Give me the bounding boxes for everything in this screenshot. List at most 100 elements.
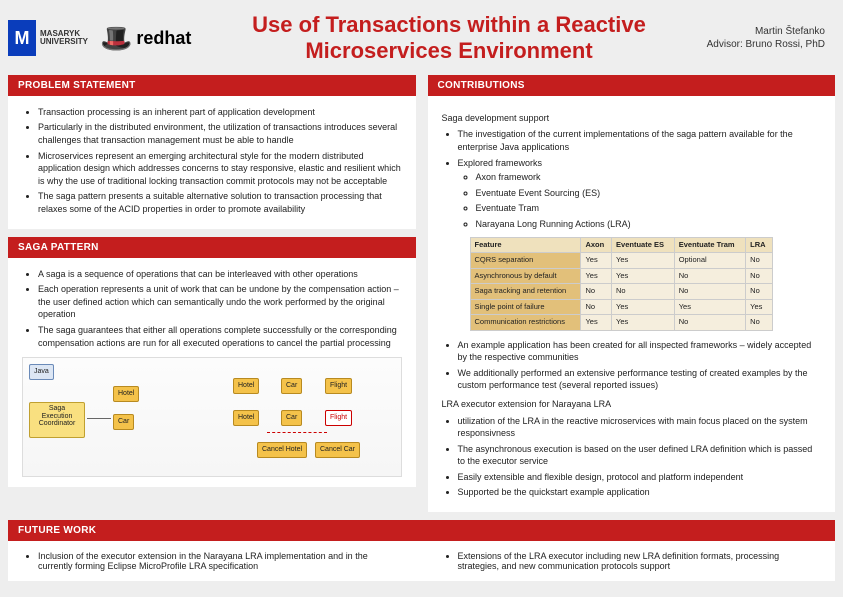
td: Optional [674, 253, 745, 269]
diagram-arrow-dash [267, 432, 327, 433]
advisor-name: Advisor: Bruno Rossi, PhD [707, 38, 825, 51]
future-body: Inclusion of the executor extension in t… [8, 541, 835, 581]
bullet: An example application has been created … [458, 339, 822, 364]
diagram-node: Flight [325, 378, 352, 394]
authors-block: Martin Štefanko Advisor: Bruno Rossi, Ph… [707, 25, 825, 51]
diagram-node: Java [29, 364, 54, 380]
table-row: Single point of failureNoYesYesYes [470, 299, 773, 315]
diagram-node-fail: Flight [325, 410, 352, 426]
bullet: Supported be the quickstart example appl… [458, 486, 822, 499]
poster-root: M MASARYK UNIVERSITY 🎩 redhat Use of Tra… [0, 0, 843, 597]
columns: PROBLEM STATEMENT Transaction processing… [8, 75, 835, 512]
future-left: Inclusion of the executor extension in t… [22, 551, 402, 571]
problem-bullets: Transaction processing is an inherent pa… [22, 106, 402, 216]
saga-header: SAGA PATTERN [8, 237, 416, 258]
table-row: Saga tracking and retentionNoNoNoNo [470, 284, 773, 300]
td: Yes [612, 268, 675, 284]
masaryk-logo: M MASARYK UNIVERSITY [8, 20, 88, 56]
td: Saga tracking and retention [470, 284, 581, 300]
saga-body: A saga is a sequence of operations that … [8, 258, 416, 488]
left-column: PROBLEM STATEMENT Transaction processing… [8, 75, 416, 512]
saga-section: SAGA PATTERN A saga is a sequence of ope… [8, 237, 416, 488]
comparison-table: Feature Axon Eventuate ES Eventuate Tram… [470, 237, 774, 331]
bullet: Microservices represent an emerging arch… [38, 150, 402, 188]
bullet: Transaction processing is an inherent pa… [38, 106, 402, 119]
contrib-header: CONTRIBUTIONS [428, 75, 836, 96]
bullet: We additionally performed an extensive p… [458, 367, 822, 392]
td: No [581, 284, 612, 300]
contrib-bullets-1: The investigation of the current impleme… [442, 128, 822, 230]
masaryk-logo-text: MASARYK UNIVERSITY [40, 30, 88, 48]
table-row: Asynchronous by defaultYesYesNoNo [470, 268, 773, 284]
diagram-node: Car [113, 414, 134, 430]
problem-section: PROBLEM STATEMENT Transaction processing… [8, 75, 416, 229]
redhat-hat-icon: 🎩 [100, 25, 132, 51]
future-right: Extensions of the LRA executor including… [442, 551, 822, 571]
saga-diagram: Java Saga Execution Coordinator Hotel Ca… [22, 357, 402, 477]
contrib-body: Saga development support The investigati… [428, 96, 836, 512]
saga-bullets: A saga is a sequence of operations that … [22, 268, 402, 350]
future-section: FUTURE WORK Inclusion of the executor ex… [8, 520, 835, 581]
bullet: Each operation represents a unit of work… [38, 283, 402, 321]
problem-header: PROBLEM STATEMENT [8, 75, 416, 96]
saga-dev-subhead: Saga development support [442, 112, 822, 125]
table-header-row: Feature Axon Eventuate ES Eventuate Tram… [470, 237, 773, 253]
bullet-text: Explored frameworks [458, 158, 543, 168]
poster-header: M MASARYK UNIVERSITY 🎩 redhat Use of Tra… [8, 8, 835, 75]
bullet: Particularly in the distributed environm… [38, 121, 402, 146]
diagram-node: Hotel [233, 410, 259, 426]
redhat-text: redhat [136, 28, 191, 49]
bullet: Extensions of the LRA executor including… [458, 551, 822, 571]
td: Yes [581, 315, 612, 331]
title-block: Use of Transactions within a Reactive Mi… [191, 12, 706, 65]
td: No [746, 268, 773, 284]
bullet: Inclusion of the executor extension in t… [38, 551, 402, 571]
author-name: Martin Štefanko [707, 25, 825, 38]
table-row: Communication restrictionsYesYesNoNo [470, 315, 773, 331]
diagram-node: Car [281, 378, 302, 394]
poster-title: Use of Transactions within a Reactive Mi… [211, 12, 686, 65]
bullet: The saga guarantees that either all oper… [38, 324, 402, 349]
td: No [674, 284, 745, 300]
td: Single point of failure [470, 299, 581, 315]
bullet: The saga pattern presents a suitable alt… [38, 190, 402, 215]
th: Feature [470, 237, 581, 253]
contrib-bullets-3: utilization of the LRA in the reactive m… [442, 415, 822, 500]
diagram-node: Cancel Car [315, 442, 360, 458]
logos-block: M MASARYK UNIVERSITY 🎩 redhat [8, 20, 191, 56]
contrib-bullets-2: An example application has been created … [442, 339, 822, 392]
td: CQRS separation [470, 253, 581, 269]
lra-subhead: LRA executor extension for Narayana LRA [442, 398, 822, 411]
td: Yes [612, 253, 675, 269]
contrib-section: CONTRIBUTIONS Saga development support T… [428, 75, 836, 512]
td: Asynchronous by default [470, 268, 581, 284]
frameworks-list: Axon framework Eventuate Event Sourcing … [458, 171, 822, 230]
td: No [612, 284, 675, 300]
td: Yes [612, 299, 675, 315]
td: No [746, 284, 773, 300]
bullet: Easily extensible and flexible design, p… [458, 471, 822, 484]
td: No [674, 268, 745, 284]
diagram-node: Hotel [113, 386, 139, 402]
th: LRA [746, 237, 773, 253]
framework-item: Axon framework [476, 171, 822, 184]
th: Eventuate ES [612, 237, 675, 253]
framework-item: Narayana Long Running Actions (LRA) [476, 218, 822, 231]
td: No [581, 299, 612, 315]
right-column: CONTRIBUTIONS Saga development support T… [428, 75, 836, 512]
td: No [674, 315, 745, 331]
diagram-sec-node: Saga Execution Coordinator [29, 402, 85, 438]
bullet: The investigation of the current impleme… [458, 128, 822, 153]
problem-body: Transaction processing is an inherent pa… [8, 96, 416, 229]
td: Yes [674, 299, 745, 315]
redhat-logo: 🎩 redhat [100, 25, 191, 51]
td: Yes [746, 299, 773, 315]
td: No [746, 253, 773, 269]
td: Communication restrictions [470, 315, 581, 331]
td: Yes [612, 315, 675, 331]
bullet: Explored frameworks Axon framework Event… [458, 157, 822, 231]
masaryk-logo-icon: M [8, 20, 36, 56]
td: Yes [581, 253, 612, 269]
diagram-node: Car [281, 410, 302, 426]
diagram-arrow [87, 418, 111, 419]
